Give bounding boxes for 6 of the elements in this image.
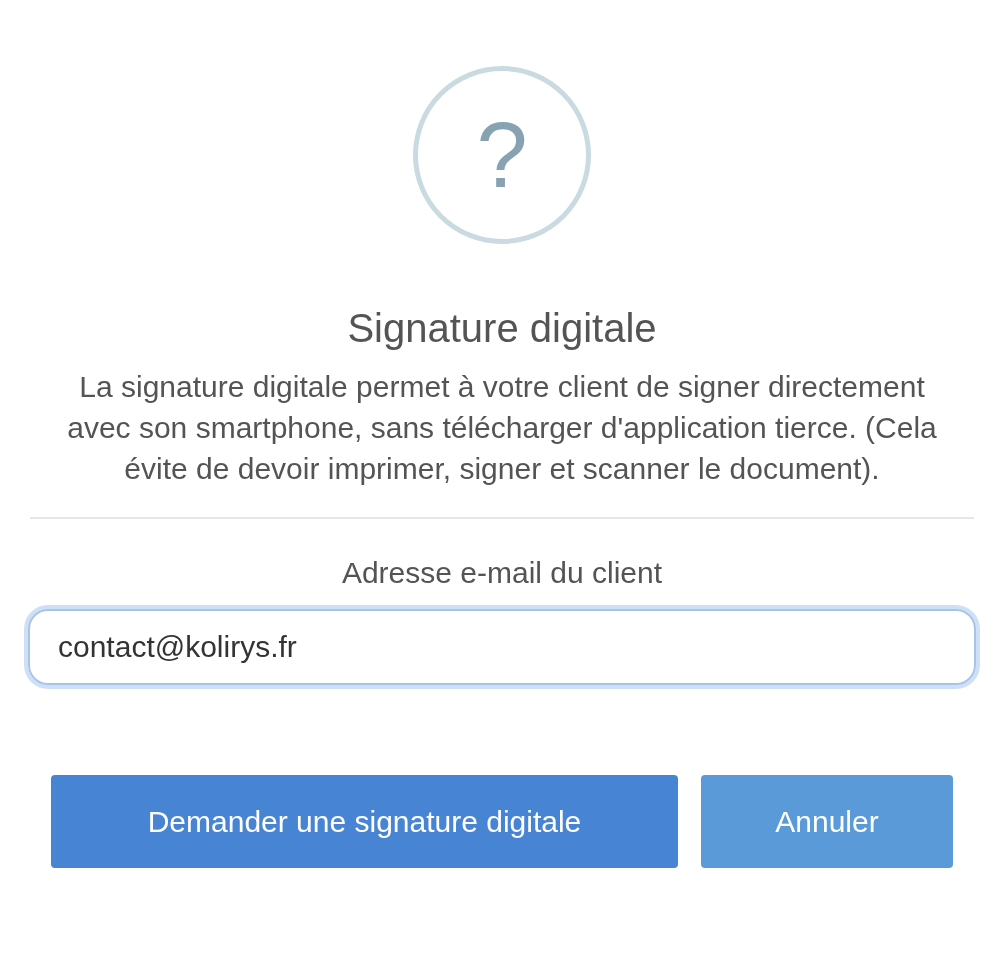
dialog-title: Signature digitale — [347, 305, 657, 352]
field-label: Adresse e-mail du client — [341, 555, 663, 591]
question-icon: ? — [413, 66, 591, 244]
cancel-button[interactable]: Annuler — [701, 775, 953, 868]
description-text: La signature digitale permet à votre client de signer directement avec son smartphone, sans télécharger d'application tierce. (Cela évite de devoir imprimer, signer et scanner le document). — [66, 369, 938, 487]
request-signature-button[interactable]: Demander une signature digitale — [51, 775, 678, 868]
